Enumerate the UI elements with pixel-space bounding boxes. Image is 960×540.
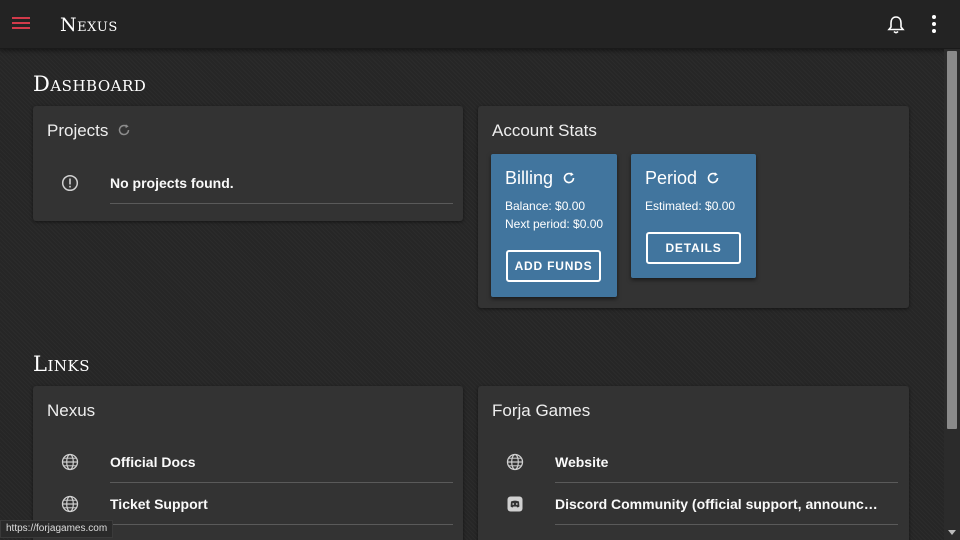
link-label: Official Docs <box>110 454 196 470</box>
hamburger-menu-icon[interactable] <box>12 17 30 31</box>
more-vert-icon[interactable] <box>929 15 939 35</box>
top-app-bar: Nexus <box>0 0 960 49</box>
refresh-icon[interactable] <box>706 169 720 190</box>
link-label: Ticket Support <box>110 496 208 512</box>
link-discord-community[interactable]: Discord Community (official support, ann… <box>500 483 898 525</box>
bell-icon[interactable] <box>887 15 905 35</box>
nexus-links-title: Nexus <box>47 401 96 420</box>
link-official-docs[interactable]: Official Docs <box>55 441 453 483</box>
billing-title: Billing <box>505 168 554 188</box>
divider <box>110 524 453 525</box>
projects-card: Projects No projects found. <box>33 106 463 221</box>
link-ticket-support[interactable]: Ticket Support <box>55 483 453 525</box>
empty-message: No projects found. <box>110 175 234 191</box>
globe-icon <box>506 453 524 471</box>
projects-card-title: Projects <box>47 121 131 142</box>
account-stats-title: Account Stats <box>492 121 597 140</box>
refresh-icon[interactable] <box>562 169 576 190</box>
period-title: Period <box>645 168 698 188</box>
divider <box>110 203 453 204</box>
billing-card: Billing Balance: $0.00 Next period: $0.0… <box>491 154 617 297</box>
links-heading: Links <box>33 352 90 376</box>
alert-circle-icon <box>61 174 79 192</box>
link-website[interactable]: Website <box>500 441 898 483</box>
billing-next-period: Next period: $0.00 <box>505 217 604 231</box>
divider <box>555 524 898 525</box>
billing-card-title: Billing <box>505 168 576 190</box>
account-stats-card: Account Stats Billing Balance: $0.00 Nex… <box>478 106 909 308</box>
scroll-down-arrow-icon[interactable] <box>948 530 956 535</box>
link-label: Discord Community (official support, ann… <box>555 496 883 512</box>
nexus-links-card: Nexus Official Docs Ticket Support <box>33 386 463 540</box>
projects-empty-row: No projects found. <box>55 162 453 204</box>
scrollbar-thumb[interactable] <box>947 51 957 429</box>
period-card: Period Estimated: $0.00 DETAILS <box>631 154 756 278</box>
forja-links-title: Forja Games <box>492 401 591 420</box>
add-funds-button[interactable]: ADD FUNDS <box>506 250 601 282</box>
status-bar-url: https://forjagames.com <box>0 520 114 538</box>
discord-icon <box>506 495 524 513</box>
globe-icon <box>61 453 79 471</box>
link-label: Website <box>555 454 609 470</box>
dashboard-heading: Dashboard <box>33 72 147 96</box>
refresh-icon[interactable] <box>117 122 131 142</box>
billing-balance: Balance: $0.00 <box>505 199 586 213</box>
forja-links-card: Forja Games Website Discord Community (o… <box>478 386 909 540</box>
app-title: Nexus <box>60 14 118 36</box>
vertical-scrollbar[interactable] <box>944 49 960 540</box>
details-button[interactable]: DETAILS <box>646 232 741 264</box>
period-estimated: Estimated: $0.00 <box>645 199 736 213</box>
period-card-title: Period <box>645 168 720 190</box>
globe-icon <box>61 495 79 513</box>
projects-title: Projects <box>47 121 109 140</box>
